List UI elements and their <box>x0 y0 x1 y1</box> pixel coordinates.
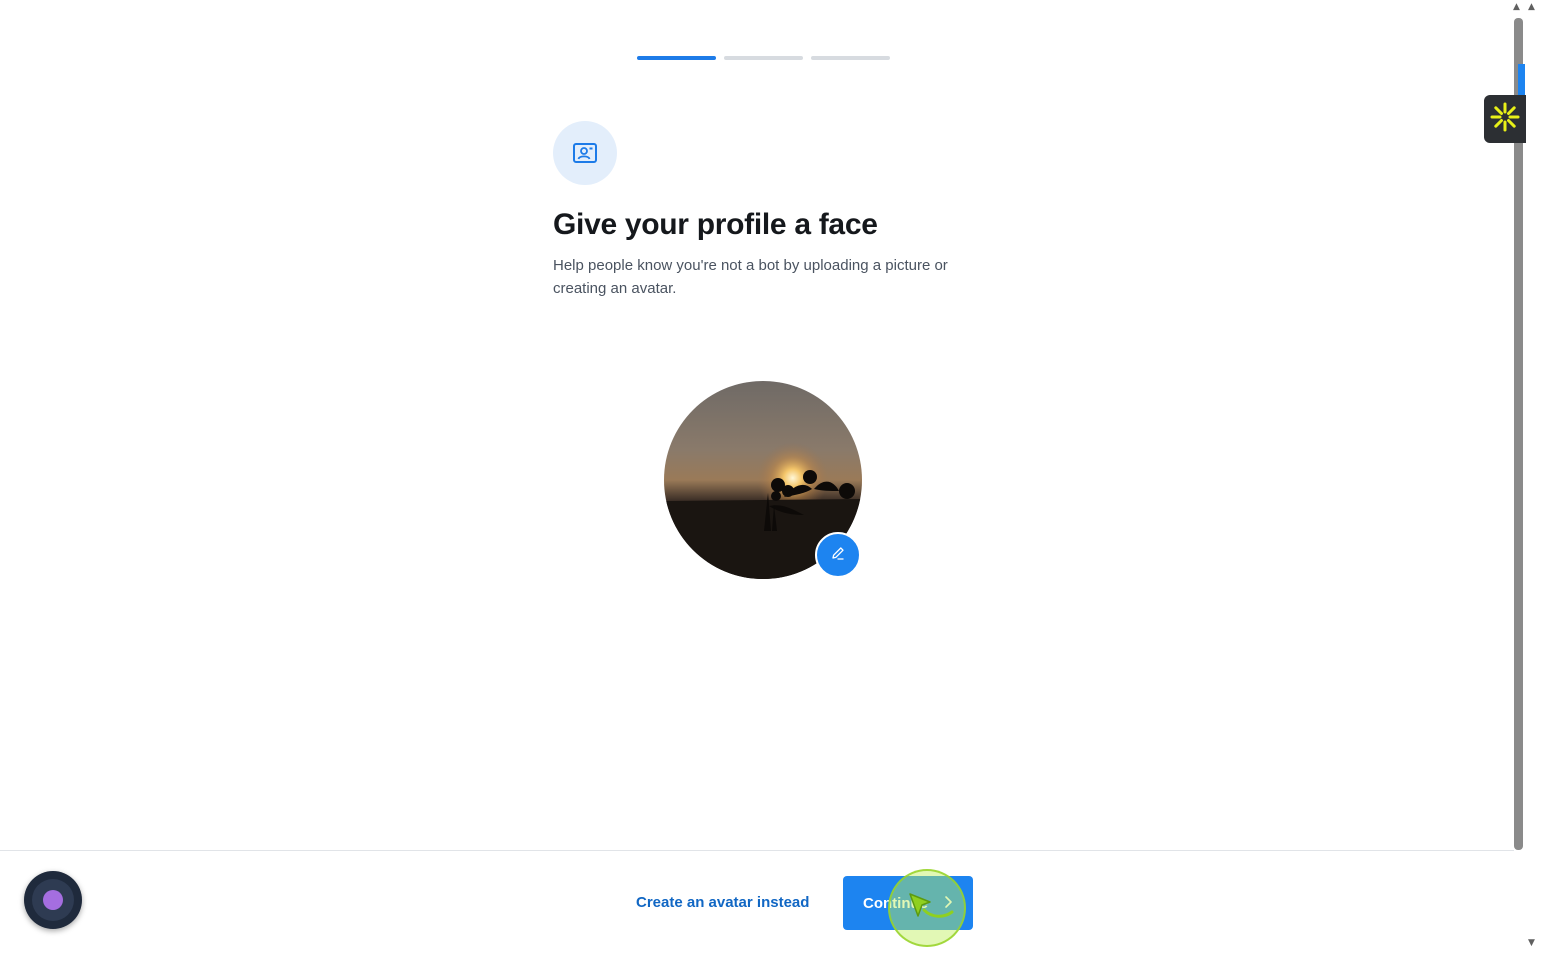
assistant-dot-icon <box>43 890 63 910</box>
pencil-icon <box>830 545 846 566</box>
asterisk-burst-icon <box>1489 101 1521 138</box>
scroll-down-arrow-icon[interactable]: ▼ <box>1528 938 1535 948</box>
assistant-ring-icon <box>32 879 74 921</box>
progress-step-2 <box>724 56 803 60</box>
progress-step-3 <box>811 56 890 60</box>
edit-avatar-button[interactable] <box>815 532 861 578</box>
footer-bar: Create an avatar instead Continue <box>0 850 1514 953</box>
continue-button[interactable]: Continue <box>843 876 973 930</box>
page-subtitle: Help people know you're not a bot by upl… <box>553 257 948 297</box>
create-avatar-button[interactable]: Create an avatar instead <box>636 894 809 911</box>
scroll-up-arrow-icon-secondary[interactable]: ▲ <box>1528 2 1535 12</box>
extension-widget-button[interactable] <box>1484 95 1526 143</box>
extension-tab[interactable] <box>1518 64 1525 98</box>
page-title: Give your profile a face <box>553 208 878 241</box>
chevron-right-icon <box>943 895 953 913</box>
profile-card-icon <box>553 121 617 185</box>
onboarding-page: Give your profile a face Help people kno… <box>0 0 1541 953</box>
scroll-up-arrow-icon[interactable]: ▲ <box>1513 2 1520 12</box>
assistant-launcher-button[interactable] <box>24 871 82 929</box>
progress-steps <box>637 56 890 60</box>
continue-button-label: Continue <box>863 894 928 912</box>
progress-step-1 <box>637 56 716 60</box>
